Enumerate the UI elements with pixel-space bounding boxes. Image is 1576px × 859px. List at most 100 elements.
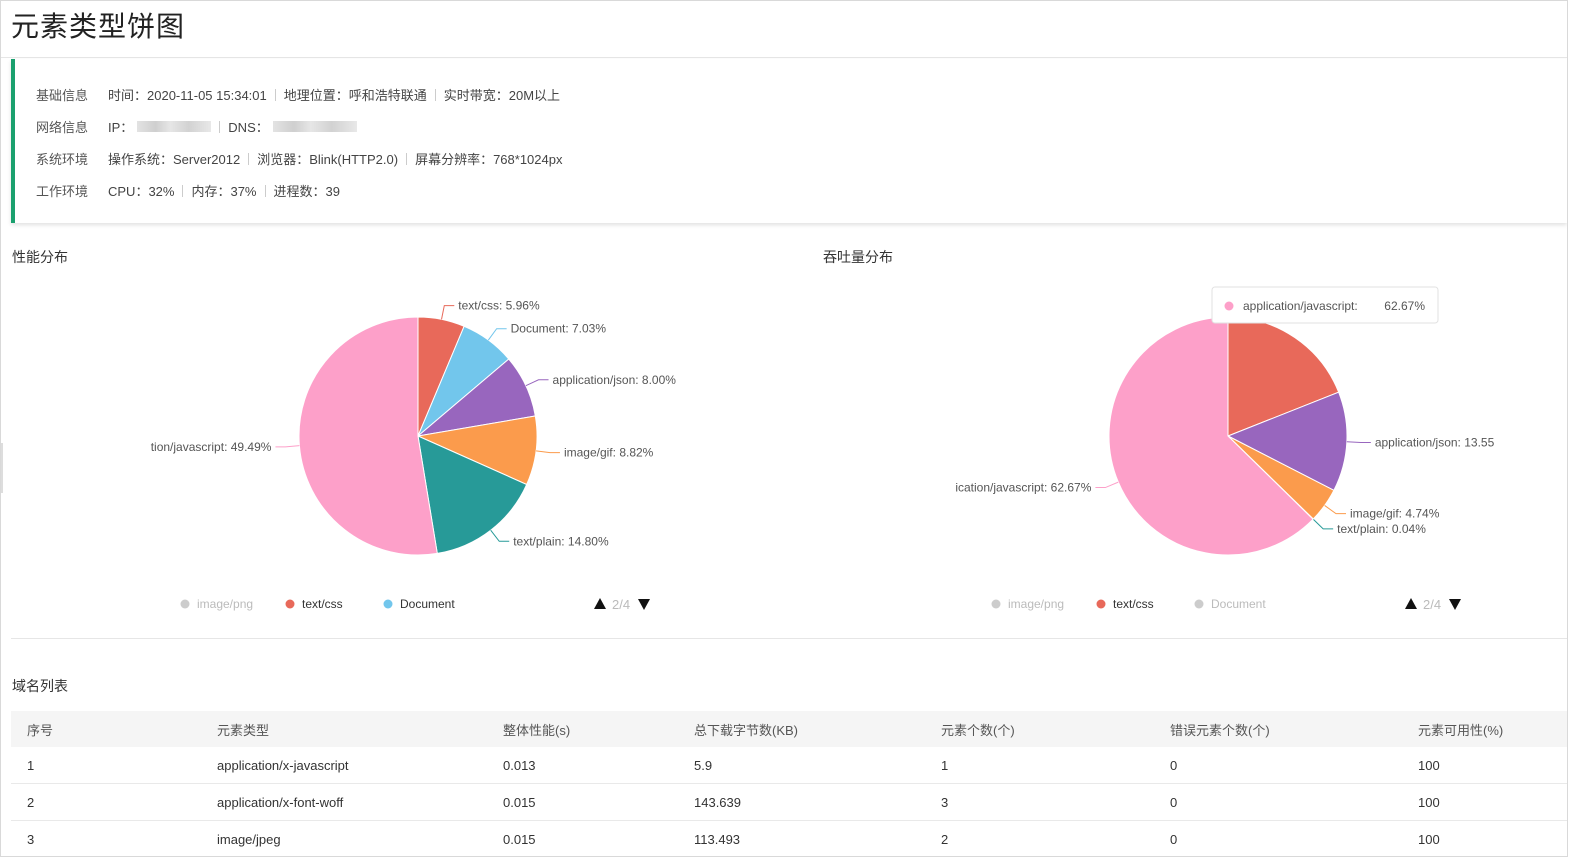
- legend-item-image-png[interactable]: image/png: [180, 597, 254, 611]
- pager-up-icon[interactable]: [594, 598, 606, 609]
- col-header-availability[interactable]: 元素可用性(%): [1402, 720, 1567, 739]
- info-os: 操作系统：Server2012: [108, 152, 241, 167]
- legend-item-text-css[interactable]: text/css: [1096, 597, 1154, 611]
- legend-label: image/png: [197, 597, 253, 611]
- legend-item-image-png[interactable]: image/png: [991, 597, 1065, 611]
- legend-dot-icon: [1096, 599, 1106, 609]
- pie-label-application-javascript: ication/javascript: 62.67%: [955, 481, 1091, 495]
- col-header-count[interactable]: 元素个数(个): [925, 720, 1154, 739]
- chart-tooltip: application/javascript: 62.67%: [1211, 286, 1439, 324]
- cell-errors: 0: [1170, 831, 1178, 847]
- page-frame: 元素类型饼图 基础信息 时间：2020-11-05 15:34:01 地理位置：…: [0, 0, 1568, 857]
- cell-errors: 0: [1170, 794, 1178, 810]
- pie-label-line: [441, 305, 455, 320]
- pager-up-icon[interactable]: [1405, 598, 1417, 609]
- info-panel: 基础信息 时间：2020-11-05 15:34:01 地理位置：呼和浩特联通 …: [11, 59, 1567, 223]
- performance-pie-chart: text/css: 5.96% Document: 7.03% applicatio…: [151, 299, 677, 612]
- cell-index: 3: [27, 831, 35, 847]
- tooltip-value: 62.67%: [1384, 299, 1425, 313]
- cell-errors: 0: [1170, 757, 1178, 773]
- cell-type: image/jpeg: [217, 831, 281, 847]
- table-row[interactable]: 3 image/jpeg 0.015 113.493 2 0 100: [11, 821, 1567, 856]
- table-title: 域名列表: [12, 678, 68, 694]
- pie-label-text-plain: text/plain: 14.80%: [513, 534, 609, 548]
- pie-label-document: Document: 7.03%: [511, 322, 607, 336]
- table-row[interactable]: 1 application/x-javascript 0.013 5.9 1 0…: [11, 747, 1567, 784]
- col-header-bytes[interactable]: 总下载字节数(KB): [678, 720, 925, 739]
- legend-dot-icon: [1194, 599, 1204, 609]
- pager-text: 2/4: [1423, 597, 1441, 612]
- cell-performance: 0.015: [503, 794, 536, 810]
- cell-type: application/x-javascript: [217, 757, 349, 773]
- info-label: 网络信息: [36, 120, 89, 135]
- pie-label-line: [536, 450, 560, 454]
- legend-label: image/png: [1008, 597, 1064, 611]
- table-header: 序号 元素类型 整体性能(s) 总下载字节数(KB) 元素个数(个) 错误元素个…: [11, 711, 1567, 747]
- cell-availability: 100: [1418, 757, 1440, 773]
- info-label: 基础信息: [36, 88, 89, 103]
- col-header-index[interactable]: 序号: [11, 720, 201, 739]
- cell-bytes: 143.639: [694, 794, 741, 810]
- info-row-network: 网络信息 IP： DNS：: [36, 117, 357, 136]
- info-processes: 进程数：39: [273, 184, 340, 199]
- cell-count: 1: [941, 757, 949, 773]
- cell-availability: 100: [1418, 831, 1440, 847]
- cell-performance: 0.015: [503, 831, 536, 847]
- throughput-chart-title: 吞吐量分布: [823, 249, 893, 265]
- cell-performance: 0.013: [503, 757, 536, 773]
- legend-item-document[interactable]: Document: [1194, 597, 1267, 611]
- info-resolution: 屏幕分辨率：768*1024px: [415, 152, 563, 167]
- info-dns-label: DNS：: [228, 120, 269, 135]
- legend-dot-icon: [285, 599, 295, 609]
- table-row[interactable]: 2 application/x-font-woff 0.015 143.639 …: [11, 784, 1567, 821]
- pie-label-image-gif: image/gif: 4.74%: [1350, 507, 1440, 521]
- tooltip-dot-icon: [1224, 301, 1234, 311]
- tooltip-name: application/javascript:: [1243, 299, 1358, 313]
- col-header-performance[interactable]: 整体性能(s): [487, 720, 678, 739]
- separator: [219, 120, 221, 133]
- cell-index: 2: [27, 794, 35, 810]
- col-header-type[interactable]: 元素类型: [201, 720, 487, 739]
- pie-label-text-plain: text/plain: 0.04%: [1337, 522, 1426, 536]
- separator: [248, 152, 250, 165]
- cell-availability: 100: [1418, 794, 1440, 810]
- info-browser: 浏览器：Blink(HTTP2.0): [257, 152, 399, 167]
- cell-type: application/x-font-woff: [217, 794, 344, 810]
- pager-down-icon[interactable]: [638, 599, 650, 610]
- legend-label: text/css: [302, 597, 343, 611]
- pie-slice-application-javascript[interactable]: [298, 316, 438, 556]
- title-divider: [1, 57, 1567, 58]
- ip-redacted: [137, 121, 212, 132]
- info-ip-label: IP：: [108, 120, 134, 135]
- pie-label-line: [1095, 481, 1119, 489]
- legend-dot-icon: [991, 599, 1001, 609]
- legend-item-document[interactable]: Document: [383, 597, 456, 611]
- info-row-basic: 基础信息 时间：2020-11-05 15:34:01 地理位置：呼和浩特联通 …: [36, 85, 560, 104]
- cell-index: 1: [27, 757, 35, 773]
- performance-chart-title: 性能分布: [12, 249, 68, 265]
- pie-label-application-javascript: tion/javascript: 49.49%: [151, 440, 272, 454]
- pager-down-icon[interactable]: [1449, 599, 1461, 610]
- info-memory: 内存：37%: [191, 184, 257, 199]
- pie-label-text-css: text/css: 5.96%: [458, 299, 540, 313]
- legend-label: Document: [400, 597, 455, 611]
- throughput-pie-chart: application/json: 13.55image/gif: 4.74%t…: [955, 286, 1495, 612]
- col-header-errors[interactable]: 错误元素个数(个): [1154, 720, 1402, 739]
- cell-count: 3: [941, 794, 949, 810]
- legend-dot-icon: [383, 599, 393, 609]
- info-time: 时间：2020-11-05 15:34:01: [108, 88, 267, 103]
- pie-label-line: [275, 445, 300, 448]
- separator: [182, 184, 184, 197]
- pager-text: 2/4: [612, 597, 630, 612]
- info-row-system: 系统环境 操作系统：Server2012 浏览器：Blink(HTTP2.0) …: [36, 149, 562, 168]
- info-label: 系统环境: [36, 152, 89, 167]
- pie-label-image-gif: image/gif: 8.82%: [564, 446, 654, 460]
- info-row-work: 工作环境 CPU：32% 内存：37% 进程数：39: [36, 181, 340, 200]
- pie-label-line: [1346, 441, 1371, 443]
- pie-label-application-json: application/json: 8.00%: [553, 373, 677, 387]
- legend-pager: 2/4: [594, 597, 650, 612]
- separator: [264, 184, 266, 197]
- info-cpu: CPU：32%: [108, 184, 175, 199]
- legend-item-text-css[interactable]: text/css: [285, 597, 343, 611]
- pie-label-line: [525, 379, 549, 387]
